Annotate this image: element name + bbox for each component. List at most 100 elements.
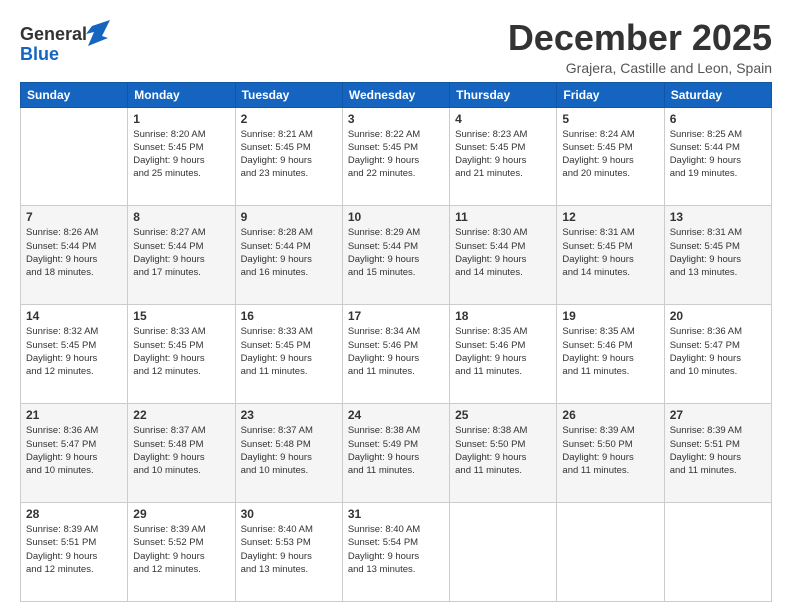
day-number: 21 [26, 408, 122, 422]
calendar-week-row: 14 Sunrise: 8:32 AM Sunset: 5:45 PM Dayli… [21, 305, 772, 404]
table-row: 3 Sunrise: 8:22 AM Sunset: 5:45 PM Daylig… [342, 107, 449, 206]
logo: General Blue [20, 18, 110, 68]
day-info: Sunrise: 8:33 AM Sunset: 5:45 PM Dayligh… [241, 325, 337, 378]
table-row: 9 Sunrise: 8:28 AM Sunset: 5:44 PM Daylig… [235, 206, 342, 305]
day-info: Sunrise: 8:33 AM Sunset: 5:45 PM Dayligh… [133, 325, 229, 378]
calendar-page: General Blue December 2025 Grajera, Cast… [0, 0, 792, 612]
day-info: Sunrise: 8:31 AM Sunset: 5:45 PM Dayligh… [562, 226, 658, 279]
day-number: 13 [670, 210, 766, 224]
day-number: 18 [455, 309, 551, 323]
day-number: 10 [348, 210, 444, 224]
calendar-table: Sunday Monday Tuesday Wednesday Thursday… [20, 82, 772, 602]
table-row: 26Sunrise: 8:39 AM Sunset: 5:50 PM Dayli… [557, 404, 664, 503]
month-title: December 2025 [508, 18, 772, 58]
table-row: 20 Sunrise: 8:36 AM Sunset: 5:47 PM Dayli… [664, 305, 771, 404]
day-info: Sunrise: 8:39 AM Sunset: 5:51 PM Dayligh… [670, 424, 766, 477]
day-number: 12 [562, 210, 658, 224]
table-row: 6Sunrise: 8:25 AM Sunset: 5:44 PM Daylig… [664, 107, 771, 206]
day-number: 7 [26, 210, 122, 224]
day-number: 1 [133, 112, 229, 126]
day-info: Sunrise: 8:22 AM Sunset: 5:45 PM Dayligh… [348, 128, 444, 181]
day-info: Sunrise: 8:35 AM Sunset: 5:46 PM Dayligh… [455, 325, 551, 378]
day-info: Sunrise: 8:36 AM Sunset: 5:47 PM Dayligh… [670, 325, 766, 378]
header-thursday: Thursday [450, 82, 557, 107]
day-number: 30 [241, 507, 337, 521]
table-row: 15 Sunrise: 8:33 AM Sunset: 5:45 PM Dayli… [128, 305, 235, 404]
day-number: 6 [670, 112, 766, 126]
table-row: 18 Sunrise: 8:35 AM Sunset: 5:46 PM Dayli… [450, 305, 557, 404]
table-row: 5Sunrise: 8:24 AM Sunset: 5:45 PM Daylig… [557, 107, 664, 206]
day-number: 28 [26, 507, 122, 521]
table-row: 19 Sunrise: 8:35 AM Sunset: 5:46 PM Dayli… [557, 305, 664, 404]
svg-text:General: General [20, 24, 87, 44]
day-info: Sunrise: 8:23 AM Sunset: 5:45 PM Dayligh… [455, 128, 551, 181]
table-row: 22Sunrise: 8:37 AM Sunset: 5:48 PM Dayli… [128, 404, 235, 503]
day-number: 20 [670, 309, 766, 323]
header-monday: Monday [128, 82, 235, 107]
day-info: Sunrise: 8:37 AM Sunset: 5:48 PM Dayligh… [241, 424, 337, 477]
day-number: 4 [455, 112, 551, 126]
day-info: Sunrise: 8:40 AM Sunset: 5:53 PM Dayligh… [241, 523, 337, 576]
day-number: 17 [348, 309, 444, 323]
day-number: 11 [455, 210, 551, 224]
table-row: 13 Sunrise: 8:31 AM Sunset: 5:45 PM Dayli… [664, 206, 771, 305]
day-number: 9 [241, 210, 337, 224]
weekday-header-row: Sunday Monday Tuesday Wednesday Thursday… [21, 82, 772, 107]
day-info: Sunrise: 8:35 AM Sunset: 5:46 PM Dayligh… [562, 325, 658, 378]
day-info: Sunrise: 8:39 AM Sunset: 5:52 PM Dayligh… [133, 523, 229, 576]
table-row: 7 Sunrise: 8:26 AM Sunset: 5:44 PM Daylig… [21, 206, 128, 305]
day-number: 29 [133, 507, 229, 521]
day-number: 15 [133, 309, 229, 323]
day-info: Sunrise: 8:31 AM Sunset: 5:45 PM Dayligh… [670, 226, 766, 279]
day-info: Sunrise: 8:38 AM Sunset: 5:49 PM Dayligh… [348, 424, 444, 477]
day-info: Sunrise: 8:34 AM Sunset: 5:46 PM Dayligh… [348, 325, 444, 378]
day-info: Sunrise: 8:39 AM Sunset: 5:51 PM Dayligh… [26, 523, 122, 576]
day-number: 23 [241, 408, 337, 422]
table-row: 17 Sunrise: 8:34 AM Sunset: 5:46 PM Dayli… [342, 305, 449, 404]
logo-icon: General Blue [20, 18, 110, 68]
table-row: 16 Sunrise: 8:33 AM Sunset: 5:45 PM Dayli… [235, 305, 342, 404]
header-sunday: Sunday [21, 82, 128, 107]
day-info: Sunrise: 8:37 AM Sunset: 5:48 PM Dayligh… [133, 424, 229, 477]
day-info: Sunrise: 8:30 AM Sunset: 5:44 PM Dayligh… [455, 226, 551, 279]
day-info: Sunrise: 8:28 AM Sunset: 5:44 PM Dayligh… [241, 226, 337, 279]
title-block: December 2025 Grajera, Castille and Leon… [508, 18, 772, 76]
header-saturday: Saturday [664, 82, 771, 107]
day-number: 2 [241, 112, 337, 126]
day-info: Sunrise: 8:39 AM Sunset: 5:50 PM Dayligh… [562, 424, 658, 477]
day-number: 19 [562, 309, 658, 323]
table-row: 29 Sunrise: 8:39 AM Sunset: 5:52 PM Dayli… [128, 503, 235, 602]
table-row: 8Sunrise: 8:27 AM Sunset: 5:44 PM Daylig… [128, 206, 235, 305]
day-info: Sunrise: 8:32 AM Sunset: 5:45 PM Dayligh… [26, 325, 122, 378]
day-number: 5 [562, 112, 658, 126]
calendar-week-row: 1Sunrise: 8:20 AM Sunset: 5:45 PM Daylig… [21, 107, 772, 206]
table-row [21, 107, 128, 206]
day-number: 8 [133, 210, 229, 224]
day-info: Sunrise: 8:26 AM Sunset: 5:44 PM Dayligh… [26, 226, 122, 279]
day-info: Sunrise: 8:40 AM Sunset: 5:54 PM Dayligh… [348, 523, 444, 576]
header-tuesday: Tuesday [235, 82, 342, 107]
table-row: 1Sunrise: 8:20 AM Sunset: 5:45 PM Daylig… [128, 107, 235, 206]
table-row: 14 Sunrise: 8:32 AM Sunset: 5:45 PM Dayli… [21, 305, 128, 404]
day-info: Sunrise: 8:21 AM Sunset: 5:45 PM Dayligh… [241, 128, 337, 181]
day-number: 16 [241, 309, 337, 323]
table-row: 2 Sunrise: 8:21 AM Sunset: 5:45 PM Daylig… [235, 107, 342, 206]
day-number: 31 [348, 507, 444, 521]
calendar-week-row: 7 Sunrise: 8:26 AM Sunset: 5:44 PM Daylig… [21, 206, 772, 305]
table-row: 4 Sunrise: 8:23 AM Sunset: 5:45 PM Daylig… [450, 107, 557, 206]
header-wednesday: Wednesday [342, 82, 449, 107]
table-row: 31 Sunrise: 8:40 AM Sunset: 5:54 PM Dayli… [342, 503, 449, 602]
day-number: 3 [348, 112, 444, 126]
day-number: 25 [455, 408, 551, 422]
day-info: Sunrise: 8:29 AM Sunset: 5:44 PM Dayligh… [348, 226, 444, 279]
table-row: 10 Sunrise: 8:29 AM Sunset: 5:44 PM Dayli… [342, 206, 449, 305]
table-row [557, 503, 664, 602]
table-row: 30 Sunrise: 8:40 AM Sunset: 5:53 PM Dayli… [235, 503, 342, 602]
day-info: Sunrise: 8:36 AM Sunset: 5:47 PM Dayligh… [26, 424, 122, 477]
header: General Blue December 2025 Grajera, Cast… [20, 18, 772, 76]
table-row: 21 Sunrise: 8:36 AM Sunset: 5:47 PM Dayli… [21, 404, 128, 503]
day-number: 14 [26, 309, 122, 323]
svg-text:Blue: Blue [20, 44, 59, 64]
day-info: Sunrise: 8:38 AM Sunset: 5:50 PM Dayligh… [455, 424, 551, 477]
calendar-week-row: 21 Sunrise: 8:36 AM Sunset: 5:47 PM Dayli… [21, 404, 772, 503]
